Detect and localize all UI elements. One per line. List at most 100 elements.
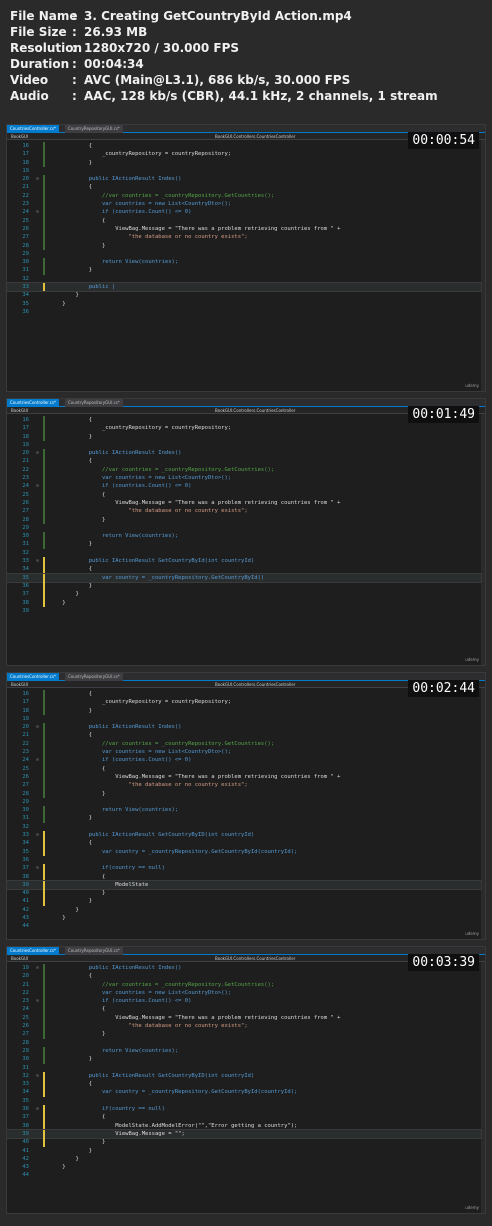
code-line[interactable]: 25 ViewBag.Message = "There was a proble…	[7, 1013, 481, 1023]
code-line[interactable]: 31 }	[7, 540, 481, 549]
tab-country-repository-gui[interactable]: CountryRepositoryGUI.cs*	[65, 125, 123, 133]
tab-countries-controller[interactable]: CountriesController.cs*	[7, 125, 60, 133]
code-line[interactable]: 18 }	[7, 158, 481, 167]
fold-marker-icon[interactable]: ⊖	[36, 831, 39, 839]
tab-country-repository-gui[interactable]: CountryRepositoryGUI.cs*	[65, 673, 123, 681]
code-line[interactable]: 39 ModelState	[7, 879, 482, 891]
code-line[interactable]: 34 }	[7, 291, 481, 299]
code-line[interactable]: 42 }	[7, 1155, 481, 1163]
code-editor[interactable]: ⊖ 19 public IActionResult Index() 20 {21 /…	[7, 964, 482, 1180]
fold-marker-icon[interactable]: ⊖	[36, 964, 39, 972]
class-dropdown[interactable]: BookGUI.Controllers.CountriesController	[215, 955, 295, 962]
code-line[interactable]: ⊖ 33 public IActionResult GetCountryById(…	[7, 557, 481, 566]
code-line[interactable]: 21 {	[7, 731, 481, 740]
code-line[interactable]: 23 var countries = new List<CountryDto>(…	[7, 748, 481, 757]
code-editor[interactable]: 16 {17 _countryRepository = countryRepos…	[7, 142, 482, 316]
code-line[interactable]: ⊖ 24 if (countries.Count() <= 0)	[7, 756, 481, 765]
vertical-scrollbar[interactable]	[481, 414, 485, 665]
code-line[interactable]: 23 var countries = new List<CountryDto>(…	[7, 474, 481, 483]
vertical-scrollbar[interactable]	[481, 688, 485, 939]
code-line[interactable]: 33 {	[7, 1080, 481, 1089]
code-line[interactable]: 22 var countries = new List<CountryDto>(…	[7, 988, 481, 998]
tab-countries-controller[interactable]: CountriesController.cs*	[7, 673, 60, 681]
code-line[interactable]: 35	[7, 1097, 481, 1105]
code-line[interactable]: 28 }	[7, 241, 481, 250]
code-line[interactable]: 29 return View(countries);	[7, 1046, 481, 1056]
code-line[interactable]: 40 }	[7, 889, 481, 898]
code-line[interactable]: 37 }	[7, 590, 481, 599]
code-line[interactable]: 37 {	[7, 1113, 481, 1122]
code-line[interactable]: ⊖ 19 public IActionResult Index()	[7, 964, 481, 973]
code-line[interactable]: ⊖ 33 public IActionResult GetCountryByID(…	[7, 831, 481, 840]
code-line[interactable]: 34 {	[7, 839, 481, 848]
fold-marker-icon[interactable]: ⊖	[36, 557, 39, 565]
code-line[interactable]: 32	[7, 549, 481, 557]
code-line[interactable]: 17 _countryRepository = countryRepositor…	[7, 698, 481, 707]
code-line[interactable]: 27 "the database or no country exists";	[7, 233, 481, 242]
code-line[interactable]: ⊖ 37 if(country == null)	[7, 864, 481, 873]
code-line[interactable]: 25 {	[7, 216, 481, 225]
code-line[interactable]: 27 "the database or no country exists";	[7, 781, 481, 790]
tab-country-repository-gui[interactable]: CountryRepositoryGUI.cs*	[65, 947, 123, 955]
code-line[interactable]: 18 }	[7, 706, 481, 715]
fold-marker-icon[interactable]: ⊖	[36, 756, 39, 764]
code-line[interactable]: 29	[7, 798, 481, 806]
fold-marker-icon[interactable]: ⊖	[36, 864, 39, 872]
code-line[interactable]: 33 public |	[7, 282, 482, 293]
code-editor[interactable]: 16 {17 _countryRepository = countryRepos…	[7, 416, 482, 615]
code-line[interactable]: ⊖ 24 if (countries.Count() <= 0)	[7, 208, 481, 217]
code-line[interactable]: 19	[7, 167, 481, 175]
code-line[interactable]: 31	[7, 1064, 481, 1072]
code-line[interactable]: 26 "the database or no country exists";	[7, 1022, 481, 1031]
code-line[interactable]: 41 }	[7, 1147, 481, 1155]
code-line[interactable]: 16 {	[7, 416, 481, 425]
code-line[interactable]: 26 ViewBag.Message = "There was a proble…	[7, 224, 481, 234]
class-dropdown[interactable]: BookGUI.Controllers.CountriesController	[215, 407, 295, 414]
fold-marker-icon[interactable]: ⊖	[36, 1105, 39, 1113]
tab-country-repository-gui[interactable]: CountryRepositoryGUI.cs*	[65, 399, 123, 407]
code-line[interactable]: 35 var country = _countryRepository.GetC…	[7, 572, 482, 583]
code-line[interactable]: 23 var countries = new List<CountryDto>(…	[7, 200, 481, 209]
fold-marker-icon[interactable]: ⊖	[36, 449, 39, 457]
vertical-scrollbar[interactable]	[481, 140, 485, 391]
code-line[interactable]: 22 //var countries = _countryRepository.…	[7, 465, 481, 475]
project-dropdown[interactable]: BookGUI	[11, 133, 28, 140]
code-line[interactable]: 29	[7, 250, 481, 258]
code-line[interactable]: 35 var country = _countryRepository.GetC…	[7, 847, 481, 856]
code-line[interactable]: ⊖ 36 if(country == null)	[7, 1105, 481, 1114]
code-line[interactable]: 38 }	[7, 598, 481, 607]
code-line[interactable]: ⊖ 23 if (countries.Count() <= 0)	[7, 997, 481, 1006]
code-line[interactable]: 25 {	[7, 764, 481, 773]
code-line[interactable]: 30 }	[7, 1055, 481, 1064]
code-line[interactable]: 21 {	[7, 457, 481, 466]
project-dropdown[interactable]: BookGUI	[11, 955, 28, 962]
code-line[interactable]: 26 ViewBag.Message = "There was a proble…	[7, 772, 481, 782]
code-line[interactable]: 39	[7, 607, 481, 615]
fold-marker-icon[interactable]: ⊖	[36, 482, 39, 490]
code-line[interactable]: 36	[7, 308, 481, 316]
tab-countries-controller[interactable]: CountriesController.cs*	[7, 947, 60, 955]
project-dropdown[interactable]: BookGUI	[11, 681, 28, 688]
code-line[interactable]: 28 }	[7, 515, 481, 524]
code-line[interactable]: 31 }	[7, 814, 481, 823]
code-line[interactable]: 42 }	[7, 906, 481, 914]
code-line[interactable]: 17 _countryRepository = countryRepositor…	[7, 150, 481, 159]
code-line[interactable]: 29	[7, 524, 481, 532]
class-dropdown[interactable]: BookGUI.Controllers.CountriesController	[215, 681, 295, 688]
code-line[interactable]: 30 return View(countries);	[7, 258, 481, 267]
code-line[interactable]: 20 {	[7, 972, 481, 981]
project-dropdown[interactable]: BookGUI	[11, 407, 28, 414]
code-line[interactable]: ⊖ 24 if (countries.Count() <= 0)	[7, 482, 481, 491]
code-line[interactable]: 41 }	[7, 897, 481, 906]
code-line[interactable]: 21 {	[7, 183, 481, 192]
code-line[interactable]: 16 {	[7, 690, 481, 699]
class-dropdown[interactable]: BookGUI.Controllers.CountriesController	[215, 133, 295, 140]
code-line[interactable]: 36	[7, 856, 481, 864]
code-line[interactable]: 17 _countryRepository = countryRepositor…	[7, 424, 481, 433]
code-line[interactable]: 28	[7, 1039, 481, 1047]
code-line[interactable]: 38 ModelState.AddModelError("","Error ge…	[7, 1121, 481, 1130]
code-line[interactable]: 22 //var countries = _countryRepository.…	[7, 191, 481, 201]
code-line[interactable]: 19	[7, 441, 481, 449]
code-line[interactable]: 31 }	[7, 266, 481, 275]
code-line[interactable]: 19	[7, 715, 481, 723]
